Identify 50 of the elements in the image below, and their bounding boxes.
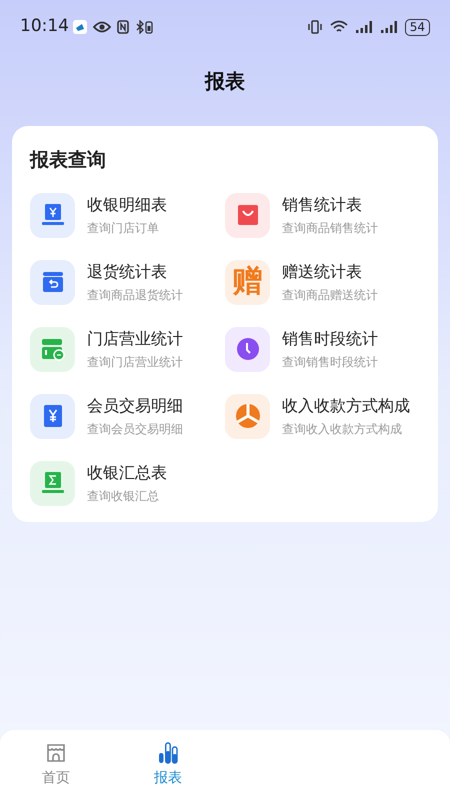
report-subtitle: 查询商品退货统计: [87, 287, 183, 304]
report-icon-tile[interactable]: [225, 326, 270, 372]
report-subtitle: 查询门店营业统计: [87, 354, 183, 371]
report-icon-tile[interactable]: [30, 326, 75, 372]
sum-ledger-icon: [40, 471, 64, 495]
report-title[interactable]: 收银明细表: [87, 193, 167, 217]
report-title[interactable]: 赠送统计表: [282, 260, 378, 284]
nav-tab[interactable]: 首页: [0, 730, 112, 800]
report-icon-tile[interactable]: [30, 460, 75, 506]
report-subtitle: 查询会员交易明细: [87, 421, 183, 438]
report-icon-tile[interactable]: [225, 192, 270, 238]
wifi-icon: [330, 20, 348, 34]
gift-character-icon: 赠: [232, 267, 262, 297]
vibrate-icon: [306, 20, 323, 34]
report-subtitle: 查询收银汇总: [87, 488, 160, 505]
nav-tab[interactable]: 报表: [112, 730, 224, 800]
clock-icon: [236, 337, 260, 361]
report-title[interactable]: 销售时段统计: [282, 327, 378, 351]
eye-icon: [93, 21, 111, 33]
pie-chart-icon: [234, 403, 260, 429]
section-title: 报表查询: [30, 148, 107, 173]
report-subtitle: 查询商品销售统计: [282, 220, 378, 237]
status-time: 10:14: [20, 15, 69, 38]
return-box-icon: [40, 270, 64, 294]
signal-icon: [380, 20, 398, 34]
report-subtitle: 查询商品赠送统计: [282, 287, 378, 304]
shopping-bag-icon: [236, 203, 260, 227]
report-icon-tile[interactable]: [30, 394, 75, 438]
report-title[interactable]: 门店营业统计: [87, 327, 183, 351]
report-icon-tile[interactable]: [225, 394, 270, 438]
report-subtitle: 查询收入收款方式构成: [282, 421, 403, 438]
report-title[interactable]: 收银汇总表: [87, 461, 167, 485]
bar-chart-icon: [157, 742, 179, 764]
app-icon: [73, 20, 87, 34]
report-title[interactable]: 销售统计表: [282, 193, 378, 217]
storefront-icon: [45, 742, 67, 764]
report-title[interactable]: 收入收款方式构成: [282, 394, 410, 418]
battery-level: 54: [404, 18, 430, 36]
monitor-yen-icon: [40, 203, 64, 227]
report-subtitle: 查询门店订单: [87, 220, 160, 237]
report-title[interactable]: 会员交易明细: [87, 394, 183, 418]
report-icon-tile[interactable]: [30, 260, 75, 304]
bluetooth-battery-icon: [135, 20, 153, 34]
nfc-icon: [117, 20, 129, 34]
storefront-icon: [40, 337, 66, 361]
report-title[interactable]: 退货统计表: [87, 260, 183, 284]
report-icon-tile[interactable]: [30, 192, 75, 238]
signal-icon: [354, 20, 373, 34]
report-subtitle: 查询销售时段统计: [282, 354, 378, 371]
page-title: 报表: [205, 68, 245, 95]
